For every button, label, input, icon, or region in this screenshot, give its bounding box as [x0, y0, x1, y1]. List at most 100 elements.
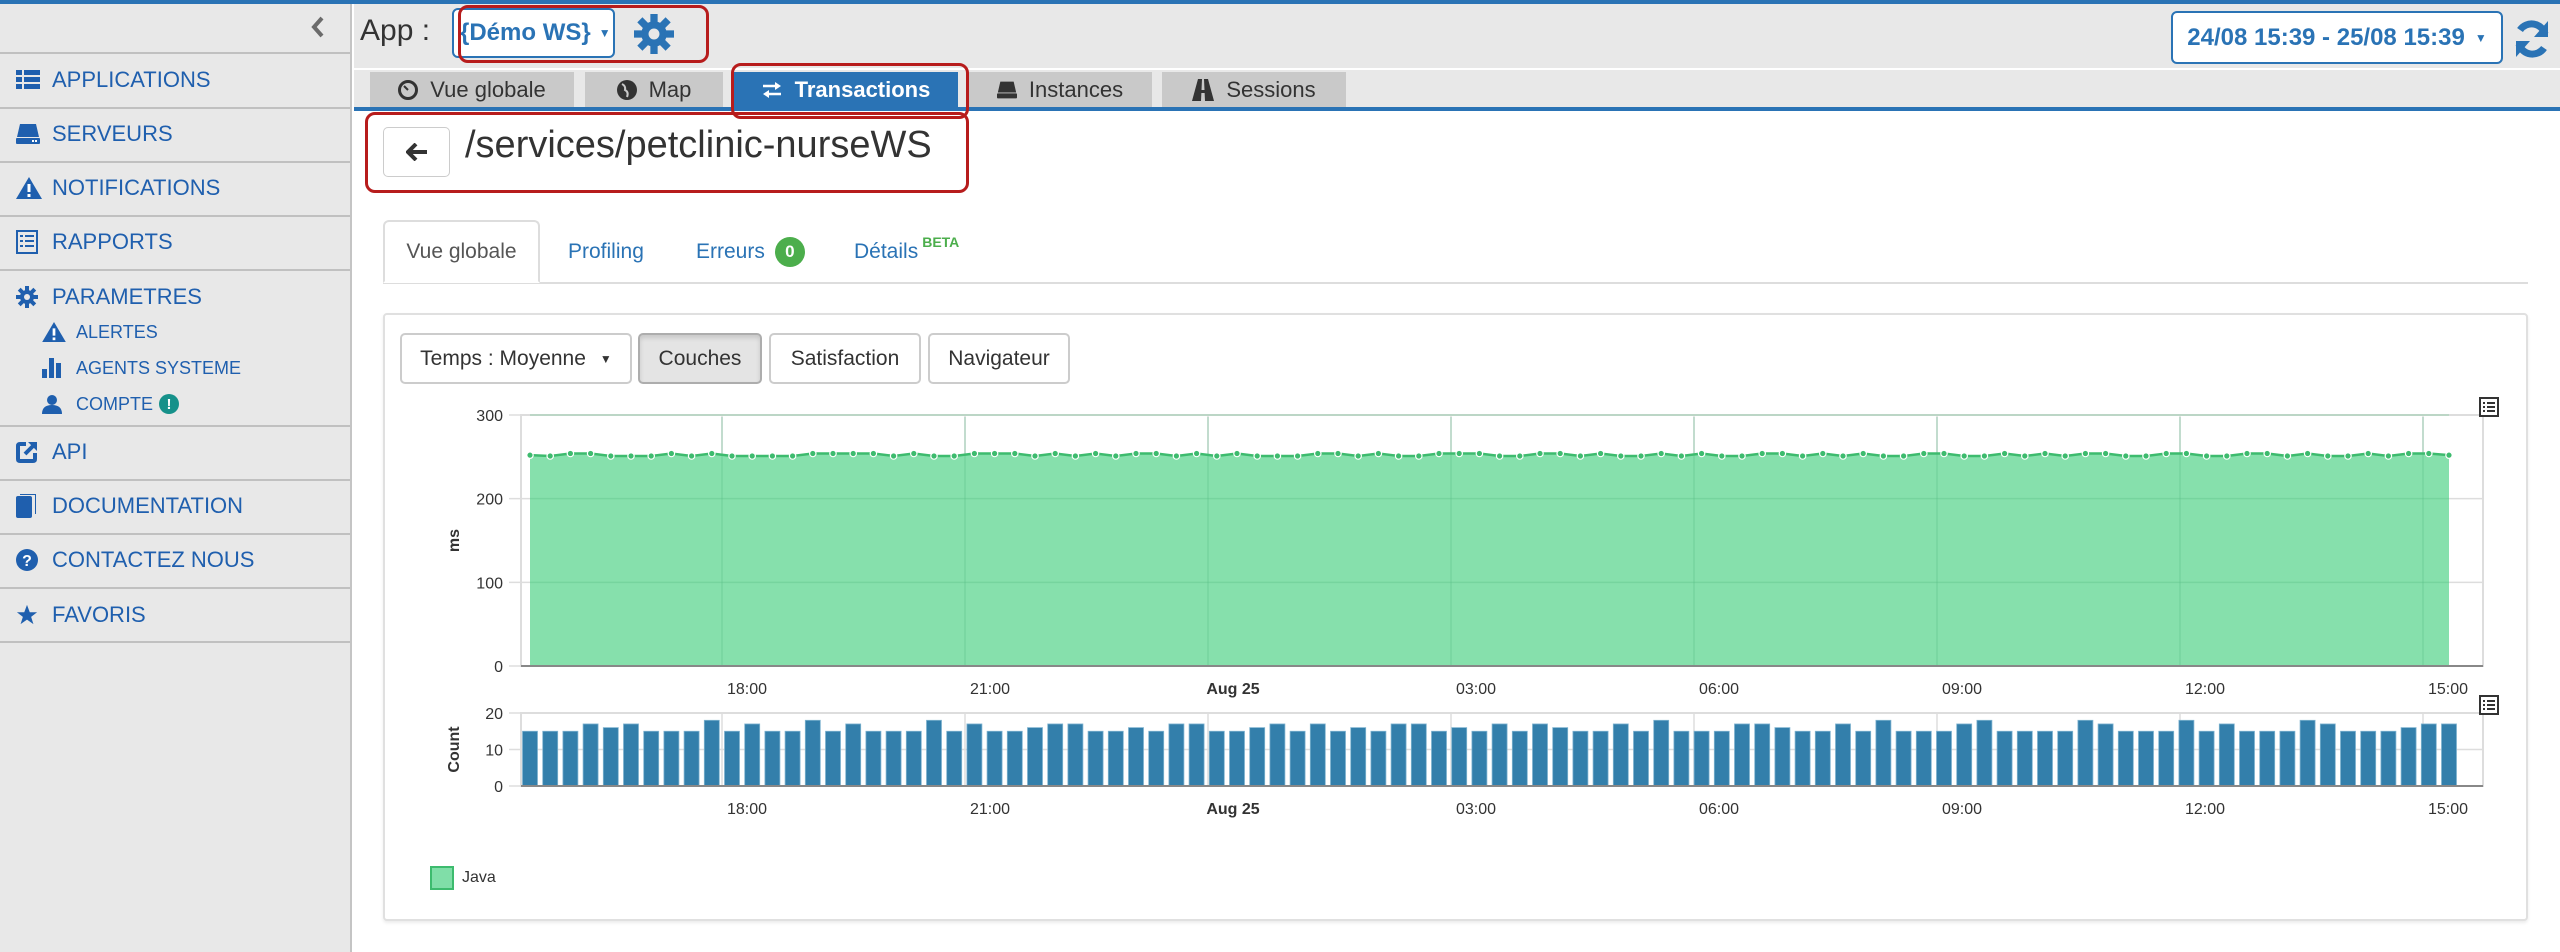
x-tick-label: 12:00 — [2185, 681, 2225, 698]
bar — [744, 723, 761, 787]
data-point — [1940, 449, 1948, 458]
menu-line — [2487, 708, 2495, 710]
bar — [1552, 727, 1569, 787]
data-point — [707, 449, 716, 458]
bar — [2158, 730, 2175, 787]
data-point — [526, 451, 534, 459]
bar — [1855, 730, 1872, 787]
menu-line — [2487, 700, 2495, 702]
x-tick-label: 03:00 — [1456, 801, 1496, 818]
bar — [1491, 723, 1508, 787]
bar — [1410, 723, 1427, 787]
bar — [703, 719, 720, 787]
data-point — [2263, 449, 2272, 458]
bar — [865, 730, 882, 787]
data-point — [667, 449, 676, 458]
bar — [1936, 730, 1952, 787]
data-point — [2122, 452, 2130, 460]
data-point — [1172, 452, 1181, 460]
menu-line — [2487, 406, 2495, 408]
chart-menu-icon[interactable] — [2479, 695, 2499, 715]
data-point — [2384, 452, 2393, 460]
y-tick-label: 200 — [476, 492, 503, 509]
data-point — [1637, 452, 1645, 460]
bar — [1794, 730, 1811, 787]
y-axis-label: ms — [446, 529, 463, 552]
data-point — [1495, 452, 1504, 460]
data-point — [909, 449, 918, 458]
bar — [966, 723, 983, 787]
bar — [885, 730, 902, 787]
bar — [1208, 730, 1225, 787]
bar — [1188, 723, 1205, 787]
bar — [1309, 723, 1326, 787]
x-tick-label: 18:00 — [727, 681, 767, 698]
menu-line — [2487, 410, 2495, 412]
data-point — [1556, 449, 1565, 458]
data-point — [2182, 449, 2191, 458]
bar — [1633, 730, 1649, 787]
bar — [1956, 723, 1973, 787]
bar — [1976, 719, 1993, 787]
chart-menu-icon[interactable] — [2479, 397, 2499, 417]
data-point — [1697, 449, 1706, 458]
data-point — [586, 449, 595, 458]
data-point — [566, 449, 575, 458]
data-point — [2041, 449, 2049, 458]
charts-svg: 010020030018:00 21:00 Aug 25 03:00 06:00 09:0… — [446, 397, 2499, 818]
bar — [1006, 730, 1023, 787]
data-point — [1718, 452, 1726, 460]
bar — [1996, 730, 2013, 787]
bar — [825, 730, 841, 787]
data-point — [1152, 449, 1161, 458]
bar — [2319, 723, 2336, 787]
data-point — [788, 452, 797, 460]
data-point — [1213, 452, 1221, 460]
bar — [2057, 730, 2074, 787]
bar — [2420, 723, 2437, 787]
data-point — [2364, 449, 2373, 458]
bar — [2340, 730, 2356, 787]
bar — [1612, 723, 1629, 787]
menu-dot — [2483, 708, 2485, 710]
menu-dot — [2483, 402, 2485, 404]
bar — [1350, 727, 1367, 787]
data-point — [2061, 452, 2070, 460]
data-point — [950, 452, 959, 460]
data-point — [1657, 449, 1666, 458]
bar — [2360, 730, 2377, 787]
data-point — [1980, 452, 1989, 460]
bar — [764, 730, 781, 787]
x-tick-label: 06:00 — [1699, 801, 1739, 818]
x-tick-label: 21:00 — [970, 681, 1010, 698]
data-point — [627, 452, 635, 460]
bar — [986, 730, 1003, 787]
legend-swatch-java[interactable] — [430, 866, 454, 890]
data-point — [2324, 452, 2332, 460]
bar — [1875, 719, 1892, 787]
data-point — [768, 452, 777, 460]
y-axis-label: Count — [446, 726, 463, 773]
bar — [2259, 730, 2276, 787]
x-tick-label: 18:00 — [727, 801, 767, 818]
data-point — [808, 449, 817, 458]
bar — [2380, 730, 2397, 787]
data-point — [1617, 452, 1625, 460]
bar — [2441, 723, 2457, 787]
bar — [784, 730, 801, 787]
menu-line — [2487, 402, 2495, 404]
menu-dot — [2483, 700, 2485, 702]
data-point — [748, 452, 757, 460]
data-point — [1778, 449, 1787, 458]
bar — [2117, 730, 2134, 787]
data-point — [1798, 452, 1807, 460]
bar — [582, 723, 599, 787]
data-point — [1031, 452, 1039, 460]
data-point — [1314, 449, 1322, 458]
bar — [1067, 723, 1084, 787]
bar — [1451, 727, 1468, 787]
data-point — [2021, 452, 2029, 460]
data-point — [1334, 449, 1342, 458]
x-tick-label: 12:00 — [2185, 801, 2225, 818]
bar — [1774, 727, 1791, 787]
